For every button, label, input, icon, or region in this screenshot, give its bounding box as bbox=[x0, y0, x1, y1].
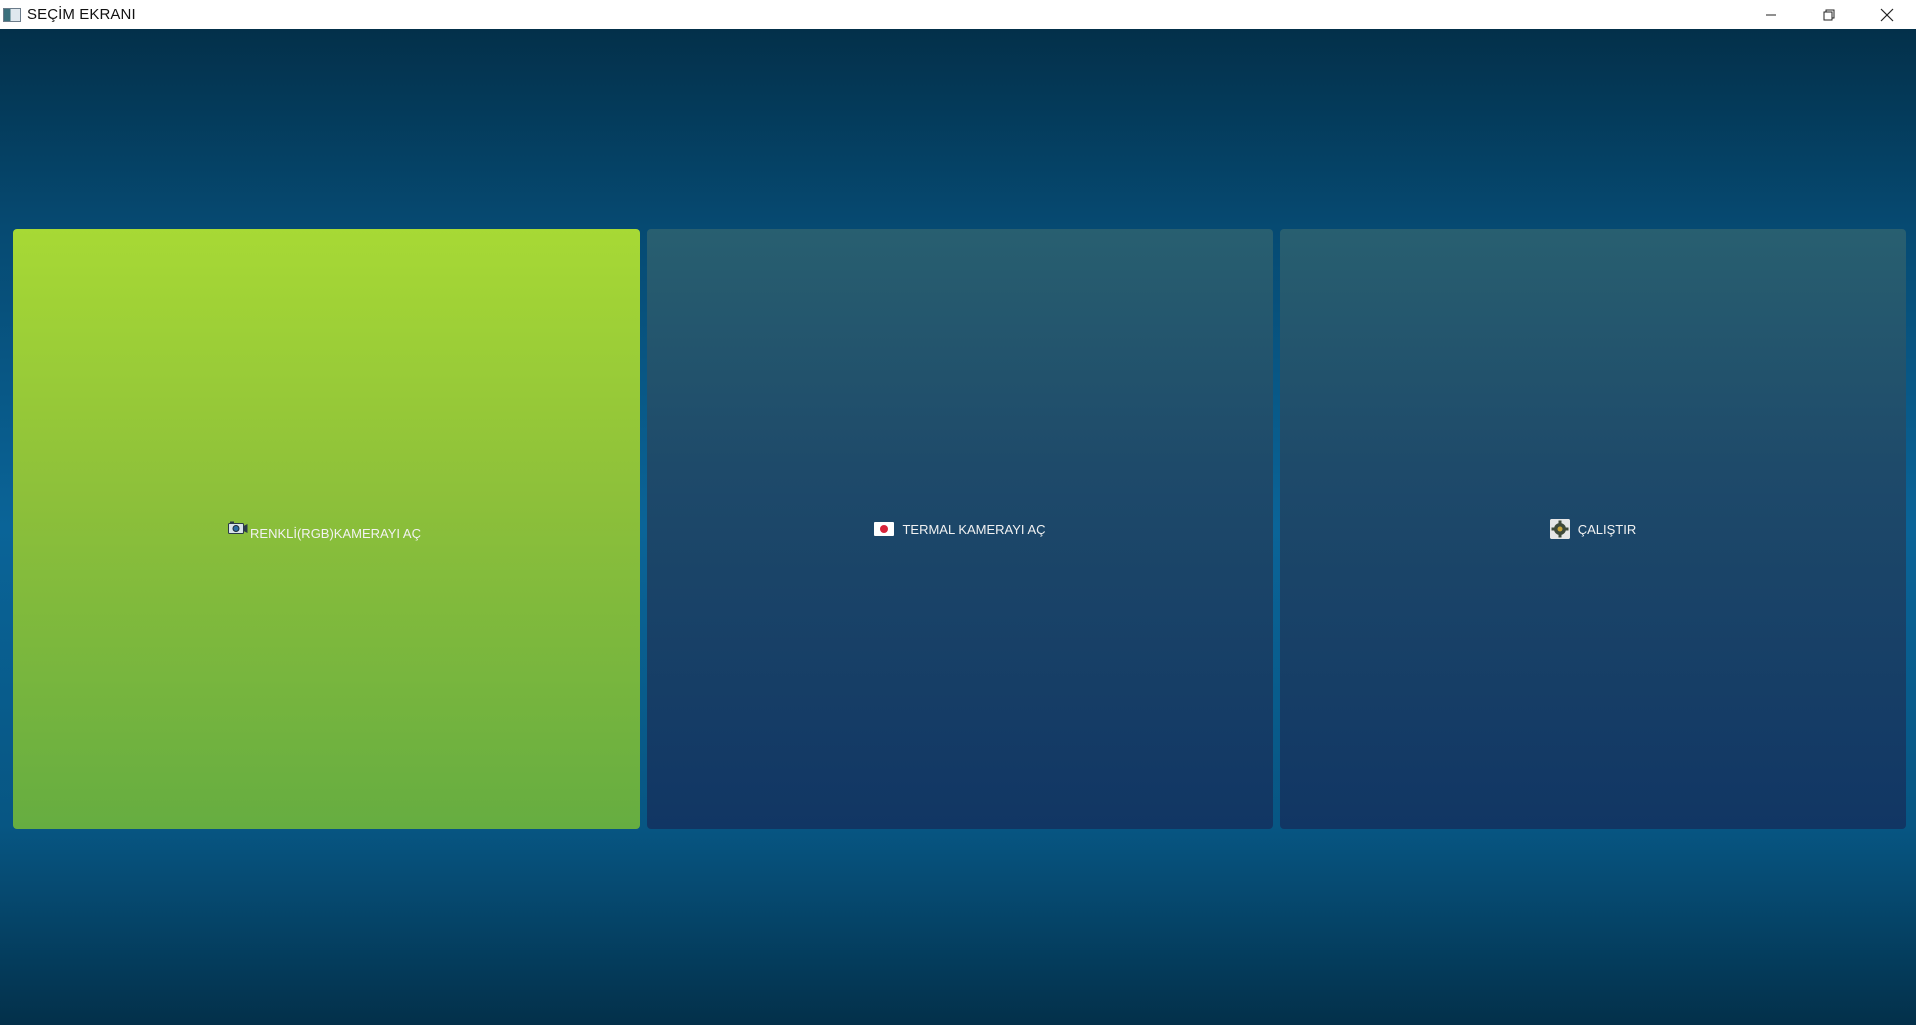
restore-icon bbox=[1823, 9, 1835, 20]
window-title: SEÇİM EKRANI bbox=[27, 6, 136, 23]
app-icon bbox=[3, 7, 21, 22]
gear-icon bbox=[1549, 519, 1570, 539]
minimize-icon bbox=[1766, 14, 1776, 15]
app-window: SEÇİM EKRANI RENKLİ(RGB)KAMERAYI AÇ TERM… bbox=[0, 0, 1916, 1025]
thermal-camera-button[interactable]: TERMAL KAMERAYI AÇ bbox=[647, 229, 1273, 829]
run-button[interactable]: ÇALIŞTIR bbox=[1280, 229, 1906, 829]
selection-panel: RENKLİ(RGB)KAMERAYI AÇ TERMAL KAMERAYI A… bbox=[0, 29, 1916, 1025]
thermal-camera-icon bbox=[874, 522, 895, 536]
rgb-camera-content: RENKLİ(RGB)KAMERAYI AÇ bbox=[228, 521, 421, 541]
rgb-camera-button[interactable]: RENKLİ(RGB)KAMERAYI AÇ bbox=[13, 229, 640, 829]
title-bar[interactable]: SEÇİM EKRANI bbox=[0, 0, 1916, 29]
camera-icon bbox=[228, 521, 248, 534]
thermal-camera-content: TERMAL KAMERAYI AÇ bbox=[874, 521, 1046, 537]
restore-button[interactable] bbox=[1800, 0, 1858, 29]
close-icon bbox=[1880, 8, 1894, 21]
window-controls bbox=[1742, 0, 1916, 29]
run-content: ÇALIŞTIR bbox=[1549, 519, 1637, 539]
thermal-camera-label: TERMAL KAMERAYI AÇ bbox=[902, 521, 1046, 537]
close-button[interactable] bbox=[1858, 0, 1916, 29]
minimize-button[interactable] bbox=[1742, 0, 1800, 29]
run-label: ÇALIŞTIR bbox=[1577, 521, 1637, 537]
rgb-camera-label: RENKLİ(RGB)KAMERAYI AÇ bbox=[250, 525, 421, 541]
